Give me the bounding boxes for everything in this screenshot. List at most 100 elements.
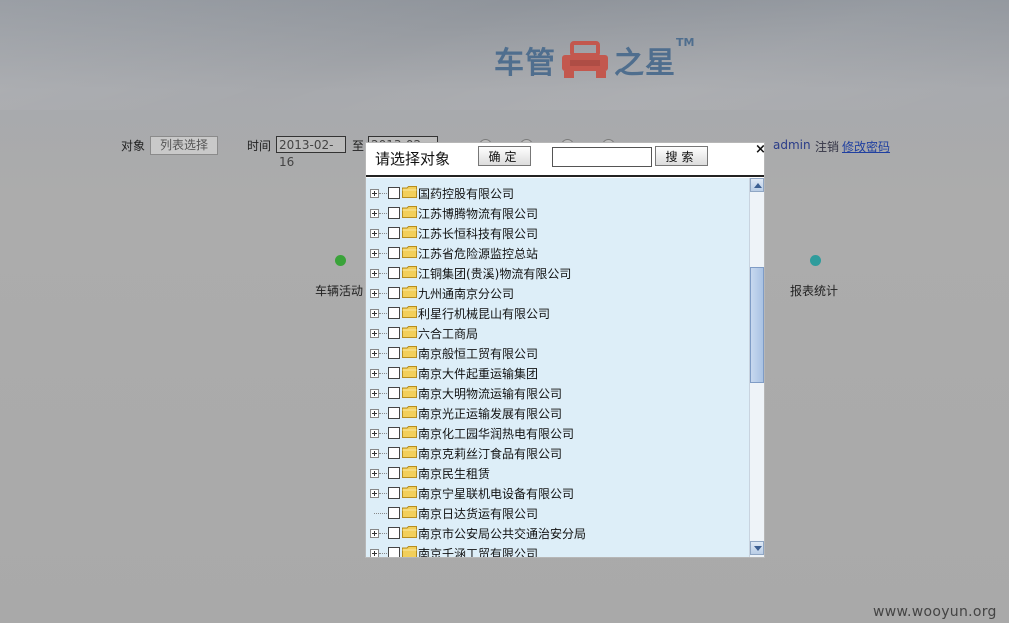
tree-item-label[interactable]: 国药控股有限公司 [418, 185, 514, 202]
tree-row[interactable]: 江苏博腾物流有限公司 [366, 203, 749, 223]
tree-item-label[interactable]: 江苏长恒科技有限公司 [418, 225, 538, 242]
tree-row[interactable]: 南京大件起重运输集团 [366, 363, 749, 383]
list-select-button[interactable]: 列表选择 [150, 136, 218, 155]
tree-row[interactable]: 江铜集团(贵溪)物流有限公司 [366, 263, 749, 283]
tree-row[interactable]: 南京般恒工贸有限公司 [366, 343, 749, 363]
scroll-thumb[interactable] [750, 267, 764, 383]
tree-row[interactable]: 南京克莉丝汀食品有限公司 [366, 443, 749, 463]
tree-checkbox[interactable] [388, 407, 400, 419]
tree-item-label[interactable]: 利星行机械昆山有限公司 [418, 305, 550, 322]
expand-plus-icon[interactable] [370, 249, 379, 258]
tree-checkbox[interactable] [388, 507, 400, 519]
tree-item-label[interactable]: 六合工商局 [418, 325, 478, 342]
expand-plus-icon[interactable] [370, 429, 379, 438]
start-date-input[interactable]: 2013-02-16 [276, 136, 346, 169]
tree-checkbox[interactable] [388, 427, 400, 439]
change-password-link[interactable]: 修改密码 [842, 138, 890, 155]
trademark: TM [676, 36, 695, 49]
tree-checkbox[interactable] [388, 327, 400, 339]
folder-icon [402, 506, 417, 518]
tree-checkbox[interactable] [388, 467, 400, 479]
tree-connector [379, 333, 387, 334]
folder-icon [402, 486, 417, 498]
confirm-button[interactable]: 确定 [478, 146, 531, 166]
expand-plus-icon[interactable] [370, 449, 379, 458]
time-label: 时间 [247, 139, 272, 153]
tree-item-label[interactable]: 南京宁星联机电设备有限公司 [418, 485, 574, 502]
vehicle-activity-dot[interactable] [335, 255, 346, 266]
tree-checkbox[interactable] [388, 187, 400, 199]
expand-plus-icon[interactable] [370, 529, 379, 538]
tree-row[interactable]: 九州通南京分公司 [366, 283, 749, 303]
tree-checkbox[interactable] [388, 207, 400, 219]
tree-row[interactable]: 南京市公安局公共交通治安分局 [366, 523, 749, 543]
tree-checkbox[interactable] [388, 307, 400, 319]
tree-checkbox[interactable] [388, 387, 400, 399]
tree-checkbox[interactable] [388, 227, 400, 239]
tree-row[interactable]: 南京宁星联机电设备有限公司 [366, 483, 749, 503]
tree-item-label[interactable]: 南京市公安局公共交通治安分局 [418, 525, 586, 542]
expand-plus-icon[interactable] [370, 289, 379, 298]
tree-item-label[interactable]: 江苏博腾物流有限公司 [418, 205, 538, 222]
tree-item-label[interactable]: 江铜集团(贵溪)物流有限公司 [418, 265, 571, 282]
tree-row[interactable]: 六合工商局 [366, 323, 749, 343]
tree-item-label[interactable]: 南京化工园华润热电有限公司 [418, 425, 574, 442]
tree-connector [379, 473, 387, 474]
report-statistics-label[interactable]: 报表统计 [790, 282, 838, 299]
expand-plus-icon[interactable] [370, 489, 379, 498]
tree-item-label[interactable]: 南京光正运输发展有限公司 [418, 405, 562, 422]
scroll-down-icon[interactable] [750, 541, 764, 555]
tree-row[interactable]: 利星行机械昆山有限公司 [366, 303, 749, 323]
expand-plus-icon[interactable] [370, 309, 379, 318]
tree-connector [379, 453, 387, 454]
expand-plus-icon[interactable] [370, 269, 379, 278]
search-input[interactable] [552, 147, 652, 167]
search-button[interactable]: 搜索 [655, 146, 708, 166]
expand-plus-icon[interactable] [370, 549, 379, 557]
tree-row[interactable]: 南京大明物流运输有限公司 [366, 383, 749, 403]
tree-item-label[interactable]: 九州通南京分公司 [418, 285, 514, 302]
tree-row[interactable]: 国药控股有限公司 [366, 183, 749, 203]
tree-row[interactable]: 江苏省危险源监控总站 [366, 243, 749, 263]
tree-row[interactable]: 南京日达货运有限公司 [366, 503, 749, 523]
tree-checkbox[interactable] [388, 287, 400, 299]
tree-checkbox[interactable] [388, 347, 400, 359]
tree-row[interactable]: 南京民生租赁 [366, 463, 749, 483]
tree-row[interactable]: 江苏长恒科技有限公司 [366, 223, 749, 243]
expand-plus-icon[interactable] [370, 209, 379, 218]
report-statistics-dot[interactable] [810, 255, 821, 266]
expand-plus-icon[interactable] [370, 189, 379, 198]
tree-checkbox[interactable] [388, 247, 400, 259]
tree-connector [379, 413, 387, 414]
expand-plus-icon[interactable] [370, 389, 379, 398]
tree-row[interactable]: 南京化工园华润热电有限公司 [366, 423, 749, 443]
close-icon[interactable]: × [755, 143, 766, 157]
expand-plus-icon[interactable] [370, 469, 379, 478]
expand-plus-icon[interactable] [370, 329, 379, 338]
tree-checkbox[interactable] [388, 367, 400, 379]
tree-item-label[interactable]: 南京般恒工贸有限公司 [418, 345, 538, 362]
expand-plus-icon[interactable] [370, 409, 379, 418]
tree-row[interactable]: 南京壬涵工贸有限公司 [366, 543, 749, 557]
expand-plus-icon[interactable] [370, 229, 379, 238]
tree-item-label[interactable]: 南京克莉丝汀食品有限公司 [418, 445, 562, 462]
tree-item-label[interactable]: 江苏省危险源监控总站 [418, 245, 538, 262]
logout-link[interactable]: 注销 [815, 138, 839, 155]
tree-checkbox[interactable] [388, 447, 400, 459]
tree-scrollbar[interactable] [749, 178, 764, 557]
vehicle-activity-label[interactable]: 车辆活动 [315, 282, 363, 299]
tree-item-label[interactable]: 南京大件起重运输集团 [418, 365, 538, 382]
expand-plus-icon[interactable] [370, 369, 379, 378]
tree-row[interactable]: 南京光正运输发展有限公司 [366, 403, 749, 423]
tree-item-label[interactable]: 南京大明物流运输有限公司 [418, 385, 562, 402]
tree-item-label[interactable]: 南京壬涵工贸有限公司 [418, 545, 538, 557]
tree-item-label[interactable]: 南京民生租赁 [418, 465, 490, 482]
tree-checkbox[interactable] [388, 487, 400, 499]
tree-checkbox[interactable] [388, 527, 400, 539]
tree-checkbox[interactable] [388, 547, 400, 557]
expand-plus-icon[interactable] [370, 349, 379, 358]
scroll-up-icon[interactable] [750, 178, 764, 192]
tree-item-label[interactable]: 南京日达货运有限公司 [418, 505, 538, 522]
tree-connector [379, 353, 387, 354]
tree-checkbox[interactable] [388, 267, 400, 279]
